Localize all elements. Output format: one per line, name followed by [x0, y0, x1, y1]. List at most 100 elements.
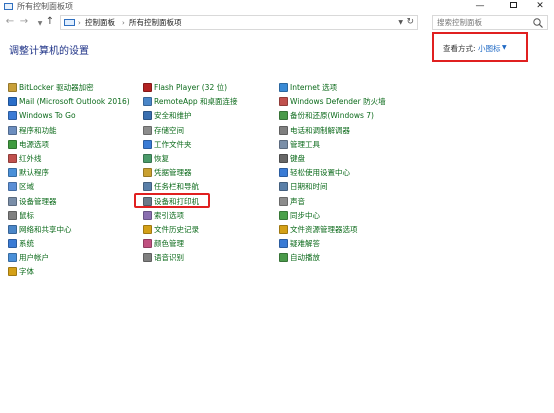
color-icon	[143, 239, 152, 249]
control-panel-item-label: 轻松使用设置中心	[290, 168, 350, 178]
ease-of-access-icon	[279, 168, 288, 178]
control-panel-item-label: 设备管理器	[19, 196, 57, 206]
credential-icon	[143, 168, 152, 178]
page-title: 调整计算机的设置	[9, 46, 89, 57]
address-dropdown-icon[interactable]: ▼	[398, 17, 403, 29]
folder-options-icon	[279, 224, 288, 234]
breadcrumb-all-items[interactable]: 所有控制面板项	[129, 17, 182, 29]
admin-tools-icon	[279, 139, 288, 149]
view-by-label: 查看方式:	[443, 44, 476, 53]
programs-icon	[8, 125, 17, 135]
control-panel-item-label: 默认程序	[19, 168, 49, 178]
system-icon	[8, 239, 17, 249]
control-panel-item-label: 管理工具	[290, 139, 320, 149]
back-button[interactable]: ←	[4, 16, 16, 28]
maximize-icon	[509, 2, 517, 8]
control-panel-icon	[4, 3, 13, 10]
windows-to-go-icon	[8, 111, 17, 121]
breadcrumb-control-panel[interactable]: 控制面板	[85, 17, 115, 29]
control-panel-item-label: 网络和共享中心	[19, 224, 72, 234]
default-programs-icon	[8, 168, 17, 178]
chevron-right-icon[interactable]: ›	[122, 17, 125, 29]
view-by-highlight: 查看方式: 小图标 ▼	[432, 32, 528, 62]
search-input[interactable]	[437, 16, 527, 29]
control-panel-item-label: 凭据管理器	[154, 168, 192, 178]
control-panel-item-label: RemoteApp 和桌面连接	[154, 97, 238, 107]
chevron-right-icon[interactable]: ›	[78, 17, 81, 29]
recovery-icon	[143, 153, 152, 163]
sound-icon	[279, 196, 288, 206]
control-panel-item-label: 文件历史记录	[154, 224, 199, 234]
control-panel-item-label: Internet 选项	[290, 83, 338, 92]
control-panel-item-label: 存储空间	[154, 125, 184, 135]
control-panel-item-label: 安全和维护	[154, 111, 192, 121]
control-panel-item-label: 同步中心	[290, 210, 320, 220]
fonts-icon	[8, 267, 17, 277]
control-panel-item-label: 系统	[19, 239, 34, 249]
control-panel-item-label: 程序和功能	[19, 125, 57, 135]
mail-icon	[8, 97, 17, 107]
up-button[interactable]: ↑	[44, 16, 56, 28]
control-panel-item-label: 电话和调制解调器	[290, 125, 350, 135]
control-panel-item-label: 声音	[290, 196, 305, 206]
control-panel-item-label: 任务栏和导航	[154, 182, 199, 192]
control-panel-item-label: 文件资源管理器选项	[290, 224, 358, 234]
flash-icon	[143, 83, 152, 92]
forward-button[interactable]: →	[18, 16, 30, 28]
chevron-down-icon[interactable]: ▼	[502, 44, 507, 51]
control-panel-item-label: Windows To Go	[19, 111, 76, 121]
taskbar-icon	[143, 182, 152, 192]
clock-icon	[279, 182, 288, 192]
control-panel-item-label: BitLocker 驱动器加密	[19, 83, 94, 92]
address-control-panel-icon	[64, 19, 75, 26]
mouse-icon	[8, 210, 17, 220]
view-by-dropdown[interactable]: 小图标	[478, 43, 501, 54]
firewall-icon	[279, 97, 288, 107]
file-history-icon	[143, 224, 152, 234]
devices-printers-highlight	[134, 193, 210, 208]
control-panel-item-label: 日期和时间	[290, 182, 328, 192]
backup-icon	[279, 111, 288, 121]
storage-icon	[143, 125, 152, 135]
control-panel-item-label: 自动播放	[290, 253, 320, 263]
sync-icon	[279, 210, 288, 220]
control-panel-item-label: 恢复	[154, 153, 169, 163]
address-bar[interactable]: › 控制面板 › 所有控制面板项 ▼ ↻	[60, 15, 418, 30]
control-panel-item-label: Flash Player (32 位)	[154, 83, 228, 92]
network-icon	[8, 224, 17, 234]
control-panel-item-label: 语音识别	[154, 253, 184, 263]
control-panel-item-label: 区域	[19, 182, 34, 192]
user-accounts-icon	[8, 253, 17, 263]
control-panel-item-label: 红外线	[19, 153, 42, 163]
power-icon	[8, 139, 17, 149]
keyboard-icon	[279, 153, 288, 163]
autoplay-icon	[279, 253, 288, 263]
control-panel-item-label: 电源选项	[19, 139, 49, 149]
phone-icon	[279, 125, 288, 135]
security-icon	[143, 111, 152, 121]
speech-icon	[143, 253, 152, 263]
control-panel-item-label: 备份和还原(Windows 7)	[290, 111, 374, 121]
control-panel-item-label: 索引选项	[154, 210, 184, 220]
control-panel-item-label: 用户帐户	[19, 253, 49, 263]
bitlocker-icon	[8, 83, 17, 92]
remoteapp-icon	[143, 97, 152, 107]
region-icon	[8, 182, 17, 192]
work-folders-icon	[143, 139, 152, 149]
control-panel-item-label: 工作文件夹	[154, 139, 192, 149]
control-panel-item-label: Mail (Microsoft Outlook 2016)	[19, 97, 130, 107]
search-icon[interactable]	[532, 17, 544, 29]
search-box[interactable]	[432, 15, 548, 30]
control-panel-item-label: 键盘	[290, 153, 305, 163]
control-panel-item-label: 颜色管理	[154, 239, 184, 249]
control-panel-item-label: 鼠标	[19, 210, 34, 220]
device-manager-icon	[8, 196, 17, 206]
control-panel-item-label: Windows Defender 防火墙	[290, 97, 386, 107]
refresh-icon[interactable]: ↻	[406, 16, 414, 28]
control-panel-item-label: 字体	[19, 267, 34, 277]
navigation-bar: ← → ▼ ↑ › 控制面板 › 所有控制面板项 ▼ ↻	[0, 12, 554, 34]
troubleshoot-icon	[279, 239, 288, 249]
infrared-icon	[8, 153, 17, 163]
indexing-icon	[143, 210, 152, 220]
internet-icon	[279, 83, 288, 92]
